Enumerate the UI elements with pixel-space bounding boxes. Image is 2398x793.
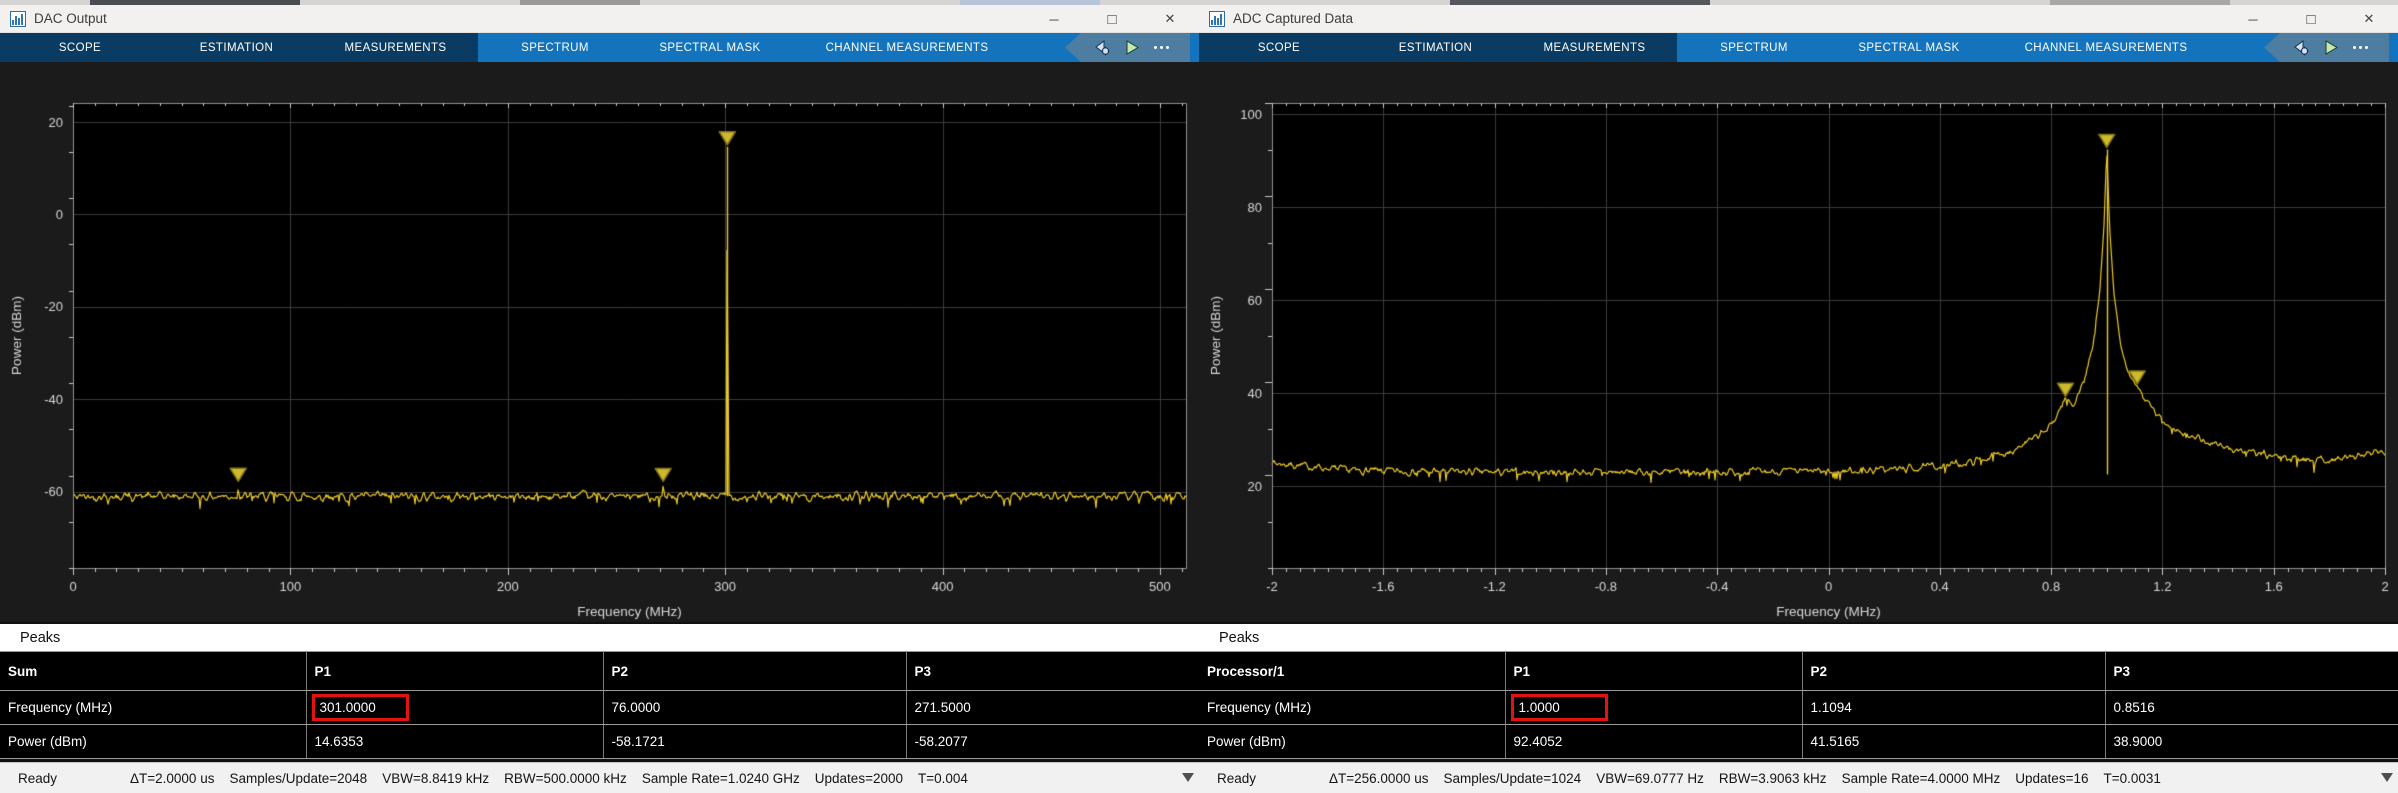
status-vbw: VBW=8.8419 kHz	[382, 771, 489, 786]
tab-spectrum[interactable]: SPECTRUM	[478, 33, 632, 62]
status-samples-update: Samples/Update=2048	[229, 771, 367, 786]
highlighted-value-box: 301.0000	[312, 694, 409, 721]
row-label: Power (dBm)	[0, 725, 306, 759]
window-controls: ─ □ ✕	[1025, 5, 1199, 33]
peaks-panel-header: Peaks	[1199, 622, 2398, 651]
tab-spectral-mask[interactable]: SPECTRAL MASK	[1831, 33, 1987, 62]
power-p1-cell: 92.4052	[1505, 725, 1802, 759]
status-rbw: RBW=500.0000 kHz	[504, 771, 627, 786]
windows-row: DAC Output ─ □ ✕ SCOPE ESTIMATION MEASUR…	[0, 5, 2398, 793]
toolstrip: SCOPE ESTIMATION MEASUREMENTS SPECTRUM S…	[0, 33, 1199, 62]
tab-estimation[interactable]: ESTIMATION	[1359, 33, 1512, 62]
more-options-button[interactable]	[1154, 46, 1172, 49]
run-button[interactable]	[1126, 40, 1139, 55]
status-rbw: RBW=3.9063 kHz	[1719, 771, 1827, 786]
window-title: ADC Captured Data	[1233, 11, 1353, 26]
status-sample-rate: Sample Rate=4.0000 MHz	[1842, 771, 2001, 786]
tab-scope[interactable]: SCOPE	[1199, 33, 1359, 62]
status-updates: Updates=2000	[815, 771, 903, 786]
peak-indicator-icon[interactable]	[1182, 773, 1194, 783]
frequency-p3-cell: 0.8516	[2105, 691, 2398, 725]
tab-spectral-mask[interactable]: SPECTRAL MASK	[632, 33, 788, 62]
row-label: Frequency (MHz)	[0, 691, 306, 725]
peaks-panel-title: Peaks	[20, 630, 60, 646]
status-time: T=0.004	[918, 771, 968, 786]
spectrum-canvas-adc[interactable]	[1199, 62, 2398, 622]
tab-measurements[interactable]: MEASUREMENTS	[313, 33, 478, 62]
frequency-p3-cell: 271.5000	[906, 691, 1199, 725]
status-delta-t: ΔT=256.0000 us	[1329, 771, 1428, 786]
status-state: Ready	[18, 771, 130, 786]
highlighted-value-box: 1.0000	[1511, 694, 1608, 721]
tab-measurements[interactable]: MEASUREMENTS	[1512, 33, 1677, 62]
peaks-col-p2: P2	[603, 652, 906, 691]
peaks-source-header: Sum	[0, 652, 306, 691]
spectrum-canvas-dac[interactable]	[0, 62, 1199, 622]
peaks-col-p2: P2	[1802, 652, 2105, 691]
window-dac-output: DAC Output ─ □ ✕ SCOPE ESTIMATION MEASUR…	[0, 5, 1199, 793]
peaks-power-row: Power (dBm) 92.4052 41.5165 38.9000	[1199, 725, 2398, 759]
run-controls	[2264, 33, 2389, 62]
step-back-settings-button[interactable]	[1093, 39, 1111, 56]
power-p3-cell: -58.2077	[906, 725, 1199, 759]
peak-indicator-icon[interactable]	[2381, 773, 2393, 783]
run-controls	[1065, 33, 1190, 62]
tab-spectrum[interactable]: SPECTRUM	[1677, 33, 1831, 62]
peaks-col-p3: P3	[906, 652, 1199, 691]
status-bar: Ready ΔT=256.0000 us Samples/Update=1024…	[1199, 762, 2398, 793]
frequency-p1-cell: 1.0000	[1505, 691, 1802, 725]
close-button[interactable]: ✕	[1141, 5, 1199, 33]
peaks-table: Sum P1 P2 P3 Frequency (MHz) 301.0000 76…	[0, 651, 1199, 759]
peaks-frequency-row: Frequency (MHz) 301.0000 76.0000 271.500…	[0, 691, 1199, 725]
power-p2-cell: -58.1721	[603, 725, 906, 759]
status-samples-update: Samples/Update=1024	[1443, 771, 1581, 786]
window-adc-captured-data: ADC Captured Data ─ □ ✕ SCOPE ESTIMATION…	[1199, 5, 2398, 793]
tab-channel-measurements[interactable]: CHANNEL MEASUREMENTS	[1987, 33, 2225, 62]
status-sample-rate: Sample Rate=1.0240 GHz	[642, 771, 800, 786]
window-title: DAC Output	[34, 11, 107, 26]
row-label: Frequency (MHz)	[1199, 691, 1505, 725]
run-button[interactable]	[2325, 40, 2338, 55]
peaks-panel-header: Peaks	[0, 622, 1199, 651]
peaks-frequency-row: Frequency (MHz) 1.0000 1.1094 0.8516	[1199, 691, 2398, 725]
maximize-button[interactable]: □	[1083, 5, 1141, 33]
titlebar: ADC Captured Data ─ □ ✕	[1199, 5, 2398, 33]
row-label: Power (dBm)	[1199, 725, 1505, 759]
maximize-button[interactable]: □	[2282, 5, 2340, 33]
titlebar: DAC Output ─ □ ✕	[0, 5, 1199, 33]
status-delta-t: ΔT=2.0000 us	[130, 771, 214, 786]
minimize-button[interactable]: ─	[1025, 5, 1083, 33]
frequency-p2-cell: 1.1094	[1802, 691, 2105, 725]
power-p1-cell: 14.6353	[306, 725, 603, 759]
tab-channel-measurements[interactable]: CHANNEL MEASUREMENTS	[788, 33, 1026, 62]
spectrum-plot-adc	[1199, 62, 2398, 622]
tab-estimation[interactable]: ESTIMATION	[160, 33, 313, 62]
more-options-button[interactable]	[2353, 46, 2371, 49]
spectrum-analyzer-app-icon	[10, 11, 26, 27]
frequency-p1-cell: 301.0000	[306, 691, 603, 725]
frequency-p2-cell: 76.0000	[603, 691, 906, 725]
spectrum-plot-dac	[0, 62, 1199, 622]
peaks-source-header: Processor/1	[1199, 652, 1505, 691]
close-button[interactable]: ✕	[2340, 5, 2398, 33]
peaks-power-row: Power (dBm) 14.6353 -58.1721 -58.2077	[0, 725, 1199, 759]
window-controls: ─ □ ✕	[2224, 5, 2398, 33]
peaks-table: Processor/1 P1 P2 P3 Frequency (MHz) 1.0…	[1199, 651, 2398, 759]
spectrum-analyzer-app-icon	[1209, 11, 1225, 27]
minimize-button[interactable]: ─	[2224, 5, 2282, 33]
status-vbw: VBW=69.0777 Hz	[1596, 771, 1704, 786]
peaks-col-p3: P3	[2105, 652, 2398, 691]
peaks-col-p1: P1	[306, 652, 603, 691]
peaks-panel-title: Peaks	[1219, 630, 1259, 646]
status-time: T=0.0031	[2103, 771, 2160, 786]
tab-scope[interactable]: SCOPE	[0, 33, 160, 62]
toolstrip: SCOPE ESTIMATION MEASUREMENTS SPECTRUM S…	[1199, 33, 2398, 62]
status-updates: Updates=16	[2015, 771, 2088, 786]
step-back-settings-button[interactable]	[2292, 39, 2310, 56]
power-p3-cell: 38.9000	[2105, 725, 2398, 759]
status-state: Ready	[1217, 771, 1329, 786]
power-p2-cell: 41.5165	[1802, 725, 2105, 759]
status-bar: Ready ΔT=2.0000 us Samples/Update=2048 V…	[0, 762, 1199, 793]
peaks-col-p1: P1	[1505, 652, 1802, 691]
